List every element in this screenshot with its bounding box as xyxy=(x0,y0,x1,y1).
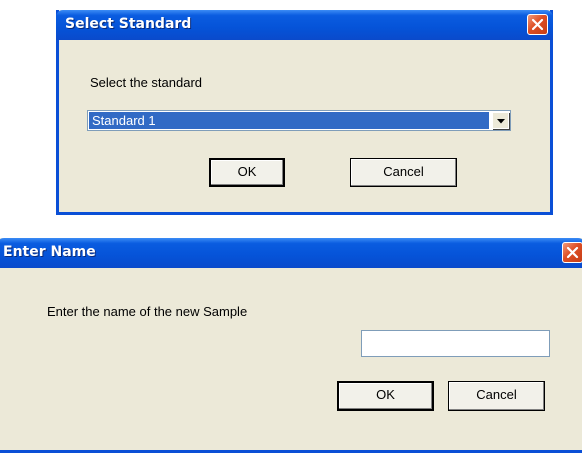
select-standard-dialog: Select Standard Select the standard Stan… xyxy=(56,10,553,215)
close-icon xyxy=(531,18,544,31)
ok-button[interactable]: OK xyxy=(337,381,434,411)
dropdown-arrow-button[interactable] xyxy=(492,112,509,129)
close-button[interactable] xyxy=(527,14,548,35)
standard-dropdown-value: Standard 1 xyxy=(89,112,489,129)
select-standard-prompt: Select the standard xyxy=(90,75,203,90)
cancel-button[interactable]: Cancel xyxy=(448,381,545,411)
close-icon xyxy=(566,246,579,259)
cancel-button[interactable]: Cancel xyxy=(350,158,457,187)
enter-name-prompt: Enter the name of the new Sample xyxy=(47,304,248,319)
dialog-title: Enter Name xyxy=(3,244,96,260)
select-standard-titlebar[interactable]: Select Standard xyxy=(56,10,553,40)
enter-name-titlebar[interactable]: Enter Name xyxy=(0,238,582,268)
ok-button[interactable]: OK xyxy=(209,158,285,187)
standard-dropdown[interactable]: Standard 1 xyxy=(87,110,511,131)
enter-name-dialog: Enter Name Enter the name of the new Sam… xyxy=(0,238,582,453)
close-button[interactable] xyxy=(562,242,582,263)
chevron-down-icon xyxy=(497,119,505,124)
sample-name-input[interactable] xyxy=(361,330,550,357)
dialog-title: Select Standard xyxy=(65,16,192,32)
